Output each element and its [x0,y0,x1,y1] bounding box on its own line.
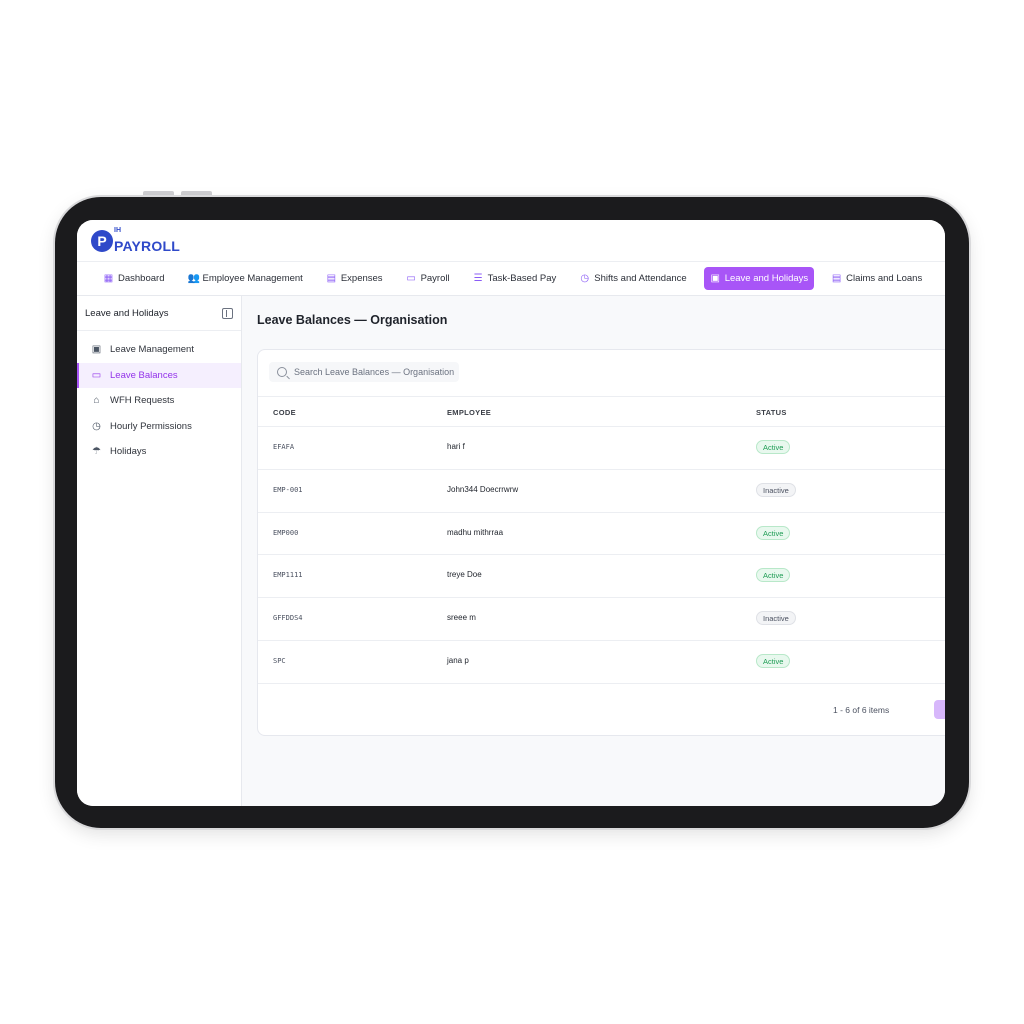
nav-item-claims-and-loans[interactable]: ▤ Claims and Loans [825,267,928,290]
status-badge: Active [756,525,791,540]
sidebar-item-holidays[interactable]: ☂ Holidays [77,439,241,464]
nav-item-expenses[interactable]: ▤ Expenses [320,267,389,290]
table-row[interactable]: EMP-001 John344 Doecrrwrw Inactive [258,470,945,513]
logo-prefix: IH [114,227,121,234]
sidebar-item-label: Hourly Permissions [110,420,192,432]
sidebar-item-wfh-requests[interactable]: ⌂ WFH Requests [77,388,241,413]
top-nav: ▦ Dashboard 👥 Employee Management ▤ Expenses ▭… [77,262,945,296]
table-header: CODE EMPLOYEE STATUS [258,396,945,427]
employee-code: EMP000 [273,528,299,537]
nav-item-label: Dashboard [118,273,165,284]
search-icon [277,367,287,377]
sidebar-header: Leave and Holidays [77,296,241,331]
list-icon: ☰ [473,273,483,284]
users-icon: 👥 [187,273,200,284]
sidebar-item-leave-management[interactable]: ▣ Leave Management [77,337,241,362]
app-logo[interactable]: P IH PAYROLL [91,227,180,254]
employee-name: John344 Doecrrwrw [447,484,519,494]
umbrella-icon: ☂ [92,446,101,457]
employee-name: jana p [447,655,469,665]
employee-code: EMP-001 [273,485,303,494]
sidebar-item-hourly-permissions[interactable]: ◷ Hourly Permissions [77,414,241,439]
pagination-button[interactable] [934,700,945,719]
table-row[interactable]: GFFDDS4 sreee m Inactive [258,598,945,641]
grid-icon: ▦ [103,273,114,284]
employee-name: madhu mithrraa [447,527,504,537]
main-content: Leave Balances — Organisation CODE EMPLO… [242,296,945,806]
clock-icon: ◷ [580,273,590,284]
nav-item-label: Shifts and Attendance [594,273,687,284]
nav-item-employee-management[interactable]: 👥 Employee Management [181,267,308,290]
nav-item-shifts-and-attendance[interactable]: ◷ Shifts and Attendance [573,267,692,290]
employee-code: GFFDDS4 [273,614,303,623]
inbox-icon: ▭ [91,369,102,381]
sidebar-collapse-icon[interactable] [222,307,233,319]
nav-item-label: Leave and Holidays [724,273,809,284]
employee-code: EFAFA [273,443,295,451]
logo-icon: P [91,230,113,252]
table-row[interactable]: EMP000 madhu mithrraa Active [258,513,945,556]
status-badge: Active [756,440,791,454]
pagination-summary: 1 - 6 of 6 items [833,705,890,715]
sidebar-list: ▣ Leave Management ▭ Leave Balances ⌂ WFH Req… [77,331,241,464]
sidebar-item-leave-balances[interactable]: ▭ Leave Balances [77,362,241,388]
calendar-check-icon: ▣ [91,344,102,355]
column-header-employee[interactable]: EMPLOYEE [447,408,491,417]
device-button [181,191,212,196]
employee-code: EMP1111 [273,571,303,580]
nav-item-dashboard[interactable]: ▦ Dashboard [97,267,170,290]
sidebar: Leave and Holidays ▣ Leave Management ▭ Lea… [77,296,242,806]
column-header-code[interactable]: CODE [273,408,296,417]
nav-item-label: Task-Based Pay [487,273,557,284]
nav-item-label: Employee Management [202,273,303,284]
status-badge: Inactive [756,482,796,497]
home-icon: ⌂ [93,395,100,406]
nav-item-label: Claims and Loans [846,273,923,284]
wallet-icon: ▭ [406,273,416,284]
search-box[interactable] [269,362,459,382]
logo-bar: P IH PAYROLL [77,220,945,262]
sidebar-item-label: WFH Requests [110,395,175,406]
status-badge: Inactive [756,611,796,626]
receipt-icon: ▤ [831,273,842,284]
nav-item-leave-and-holidays[interactable]: ▣ Leave and Holidays [703,267,815,290]
logo-text: PAYROLL [114,238,180,254]
table-body: EFAFA hari f Active EMP-001 John344 Doecrrwr… [258,427,945,684]
calendar-icon: ▣ [710,273,720,284]
employee-code: SPC [273,656,286,665]
nav-item-label: Expenses [340,273,383,284]
table-row[interactable]: EMP1111 treye Doe Active [258,555,945,599]
table-row[interactable]: SPC jana p Active [258,641,945,684]
sidebar-item-label: Holidays [110,446,147,457]
device-button [143,191,174,196]
status-badge: Active [756,653,791,668]
nav-item-payroll[interactable]: ▭ Payroll [400,267,456,290]
search-input[interactable] [294,367,454,377]
table-row[interactable]: EFAFA hari f Active [258,427,945,470]
column-header-status[interactable]: STATUS [756,408,787,417]
status-badge: Active [756,568,791,583]
clock-icon: ◷ [92,420,101,432]
employee-name: sreee m [447,613,476,623]
sidebar-item-label: Leave Balances [110,369,178,381]
app-screen: P IH PAYROLL ▦ Dashboard 👥 Employee Managem… [77,220,945,806]
employee-name: hari f [447,442,465,451]
nav-item-task-based-pay[interactable]: ☰ Task-Based Pay [467,267,563,290]
nav-item-label: Payroll [420,273,450,284]
page-title: Leave Balances — Organisation [257,313,448,327]
sidebar-item-label: Leave Management [110,344,194,355]
document-icon: ▤ [326,273,337,284]
sidebar-title: Leave and Holidays [85,307,169,319]
employee-name: treye Doe [447,570,482,580]
table-card: CODE EMPLOYEE STATUS EFAFAhari fActiveEM… [257,349,945,736]
